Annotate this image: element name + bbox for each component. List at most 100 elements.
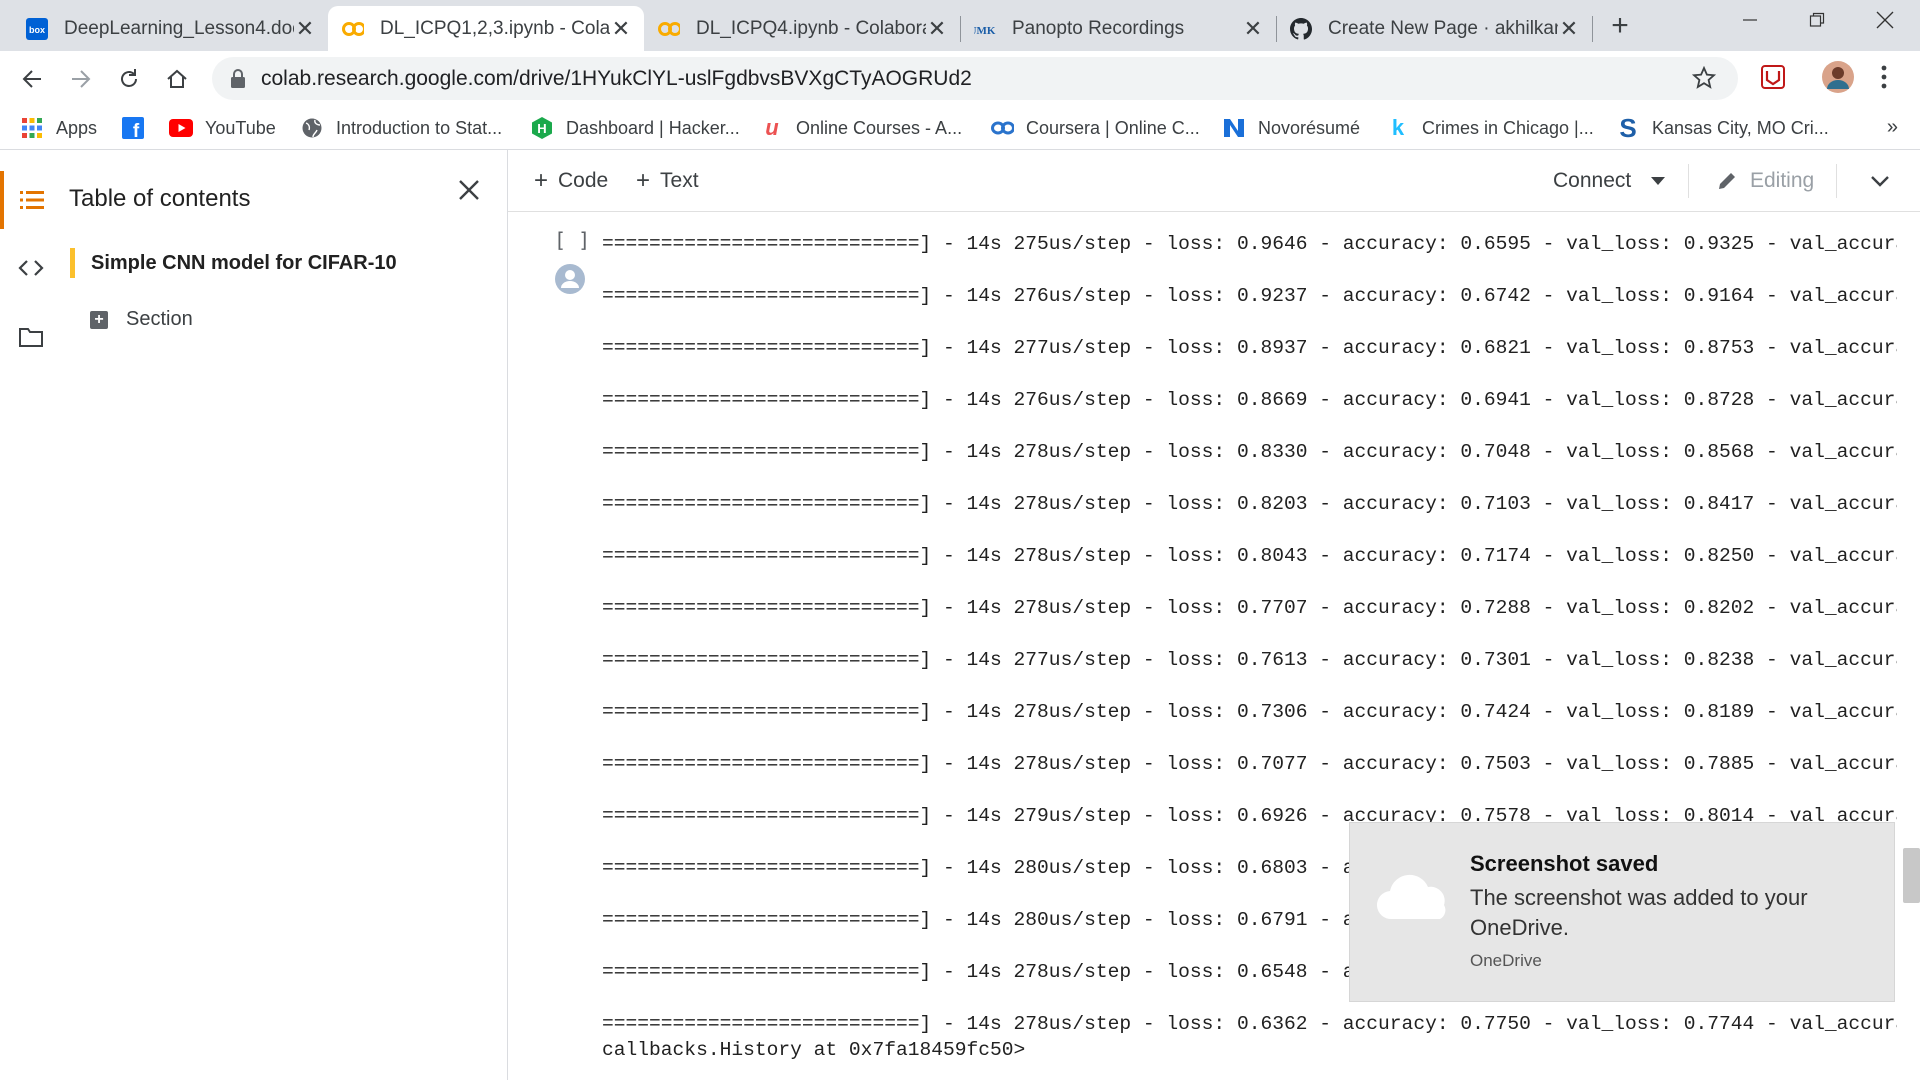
training-log-line: ===========================] - 14s 278us…: [602, 545, 1897, 567]
restore-icon: [1809, 12, 1825, 27]
bookmark-udemy[interactable]: u Online Courses - A...: [760, 114, 962, 142]
more-vert-icon[interactable]: [1880, 63, 1888, 96]
folder-icon: [19, 328, 43, 347]
hackerrank-icon: H: [530, 116, 554, 140]
toolbar-separator: [1688, 164, 1689, 198]
onedrive-notification[interactable]: Screenshot saved The screenshot was adde…: [1349, 822, 1895, 1002]
rail-code-snippets[interactable]: [0, 239, 62, 297]
arrow-left-icon: [22, 70, 41, 88]
tab-deeplearning-doc[interactable]: box DeepLearning_Lesson4.docx - Box ✕: [12, 6, 328, 51]
address-bar[interactable]: colab.research.google.com/drive/1HYukClY…: [212, 57, 1738, 100]
rail-files[interactable]: [0, 308, 62, 366]
toc-entry-cnn-model[interactable]: Simple CNN model for CIFAR-10: [70, 248, 397, 278]
bookmark-youtube[interactable]: YouTube: [169, 114, 276, 142]
connect-button[interactable]: Connect: [1553, 164, 1666, 198]
tab-dl-icpq4[interactable]: DL_ICPQ4.ipynb - Colaboratory ✕: [644, 6, 960, 51]
youtube-icon: [169, 116, 193, 140]
url-text[interactable]: colab.research.google.com/drive/1HYukClY…: [261, 67, 972, 91]
profile-avatar[interactable]: [1822, 61, 1854, 98]
reload-icon: [121, 69, 137, 87]
notification-body: The screenshot was added to your OneDriv…: [1470, 885, 1808, 940]
bookmark-kaggle[interactable]: k Crimes in Chicago |...: [1386, 114, 1594, 142]
close-window-button[interactable]: [1850, 0, 1920, 40]
training-log-line: ===========================] - 14s 275us…: [602, 233, 1897, 255]
code-brackets-icon: [18, 260, 44, 276]
expand-toolbar-button[interactable]: [1860, 164, 1900, 198]
rail-table-of-contents[interactable]: [0, 171, 62, 229]
tab-dl-icpq123[interactable]: DL_ICPQ1,2,3.ipynb - Colaboratory ✕: [328, 6, 644, 51]
onedrive-cloud-icon: [1374, 873, 1452, 928]
run-cell-button[interactable]: [ ]: [554, 228, 590, 252]
globe-icon: [300, 116, 324, 140]
bookmark-coursera[interactable]: Coursera | Online C...: [990, 114, 1200, 142]
bookmarks-bar: Apps f YouTube Introduction to Stat... H…: [0, 106, 1920, 150]
minimize-icon: [1743, 19, 1757, 21]
box-icon: box: [26, 17, 48, 40]
training-log-line: ===========================] - 14s 278us…: [602, 961, 1379, 983]
bookmark-label: YouTube: [205, 117, 276, 138]
training-log-line: ===========================] - 14s 280us…: [602, 857, 1379, 879]
bookmark-novoresume[interactable]: Novorésumé: [1222, 114, 1360, 142]
training-log-line: ===========================] - 14s 277us…: [602, 337, 1897, 359]
tab-title: Create New Page · akhilkanna: [1328, 17, 1558, 39]
editing-mode-button[interactable]: Editing: [1716, 164, 1814, 198]
add-text-cell-button[interactable]: + Text: [636, 164, 699, 198]
editing-label: Editing: [1750, 169, 1815, 192]
close-tab-icon[interactable]: ✕: [926, 16, 948, 42]
bookmark-spotcrime[interactable]: S Kansas City, MO Cri...: [1616, 112, 1829, 143]
bookmark-label: Crimes in Chicago |...: [1422, 117, 1594, 138]
bookmark-apps[interactable]: Apps: [20, 114, 97, 142]
facebook-icon: f: [121, 116, 145, 140]
close-icon[interactable]: [457, 178, 481, 207]
reload-button[interactable]: [112, 62, 146, 96]
table-of-contents-panel: Table of contents Simple CNN model for C…: [62, 150, 508, 1080]
svg-text:H: H: [537, 121, 546, 136]
mcafee-extension-icon[interactable]: [1761, 65, 1785, 94]
tab-separator: [1592, 16, 1593, 42]
close-tab-icon[interactable]: ✕: [1558, 16, 1580, 42]
chevron-down-icon: [1871, 176, 1889, 187]
toc-title: Table of contents: [69, 185, 251, 212]
tab-github-create-page[interactable]: Create New Page · akhilkanna ✕: [1276, 6, 1592, 51]
udemy-icon: u: [765, 115, 779, 140]
back-button[interactable]: [15, 62, 49, 96]
bookmarks-overflow-button[interactable]: »: [1887, 116, 1898, 139]
lock-icon: [230, 69, 246, 94]
notification-source: OneDrive: [1470, 951, 1542, 970]
minimize-button[interactable]: [1715, 0, 1785, 40]
browser-tab-strip: box DeepLearning_Lesson4.docx - Box ✕ DL…: [0, 0, 1920, 51]
close-icon: [1876, 11, 1894, 29]
close-tab-icon[interactable]: ✕: [294, 16, 316, 42]
tab-title: DL_ICPQ4.ipynb - Colaboratory: [696, 17, 926, 39]
output-user-icon: [555, 264, 585, 299]
add-code-cell-button[interactable]: + Code: [534, 164, 608, 198]
bookmark-facebook[interactable]: f: [121, 114, 157, 142]
bookmark-star-icon[interactable]: [1691, 65, 1717, 95]
pencil-icon: [1719, 173, 1735, 189]
spotcrime-icon: S: [1619, 112, 1637, 143]
plus-icon: +: [534, 167, 549, 194]
side-rail: [0, 150, 62, 1080]
notification-title: Screenshot saved: [1470, 851, 1659, 876]
tab-title: DL_ICPQ1,2,3.ipynb - Colaboratory: [380, 17, 610, 39]
browser-toolbar: colab.research.google.com/drive/1HYukClY…: [0, 51, 1920, 106]
bookmark-hackerrank[interactable]: H Dashboard | Hacker...: [530, 114, 740, 142]
close-tab-icon[interactable]: ✕: [610, 16, 632, 42]
training-log-line: ===========================] - 14s 276us…: [602, 285, 1897, 307]
output-scrollbar[interactable]: [1903, 848, 1920, 903]
kaggle-icon: k: [1391, 115, 1405, 140]
bookmark-label: Kansas City, MO Cri...: [1652, 117, 1829, 138]
close-tab-icon[interactable]: ✕: [1242, 16, 1264, 42]
caret-down-icon: [1651, 177, 1666, 185]
new-tab-button[interactable]: +: [1602, 8, 1638, 44]
forward-button[interactable]: [64, 62, 98, 96]
home-button[interactable]: [160, 62, 194, 96]
history-output-line: callbacks.History at 0x7fa18459fc50>: [602, 1039, 1026, 1061]
bookmark-label: Dashboard | Hacker...: [566, 117, 740, 138]
bookmark-label: Introduction to Stat...: [336, 117, 503, 138]
toc-add-section[interactable]: + Section: [90, 308, 193, 331]
restore-button[interactable]: [1782, 0, 1852, 40]
bookmark-intro-stat[interactable]: Introduction to Stat...: [300, 114, 502, 142]
colab-icon: [658, 18, 680, 40]
tab-panopto[interactable]: UMKC Panopto Recordings ✕: [960, 6, 1276, 51]
